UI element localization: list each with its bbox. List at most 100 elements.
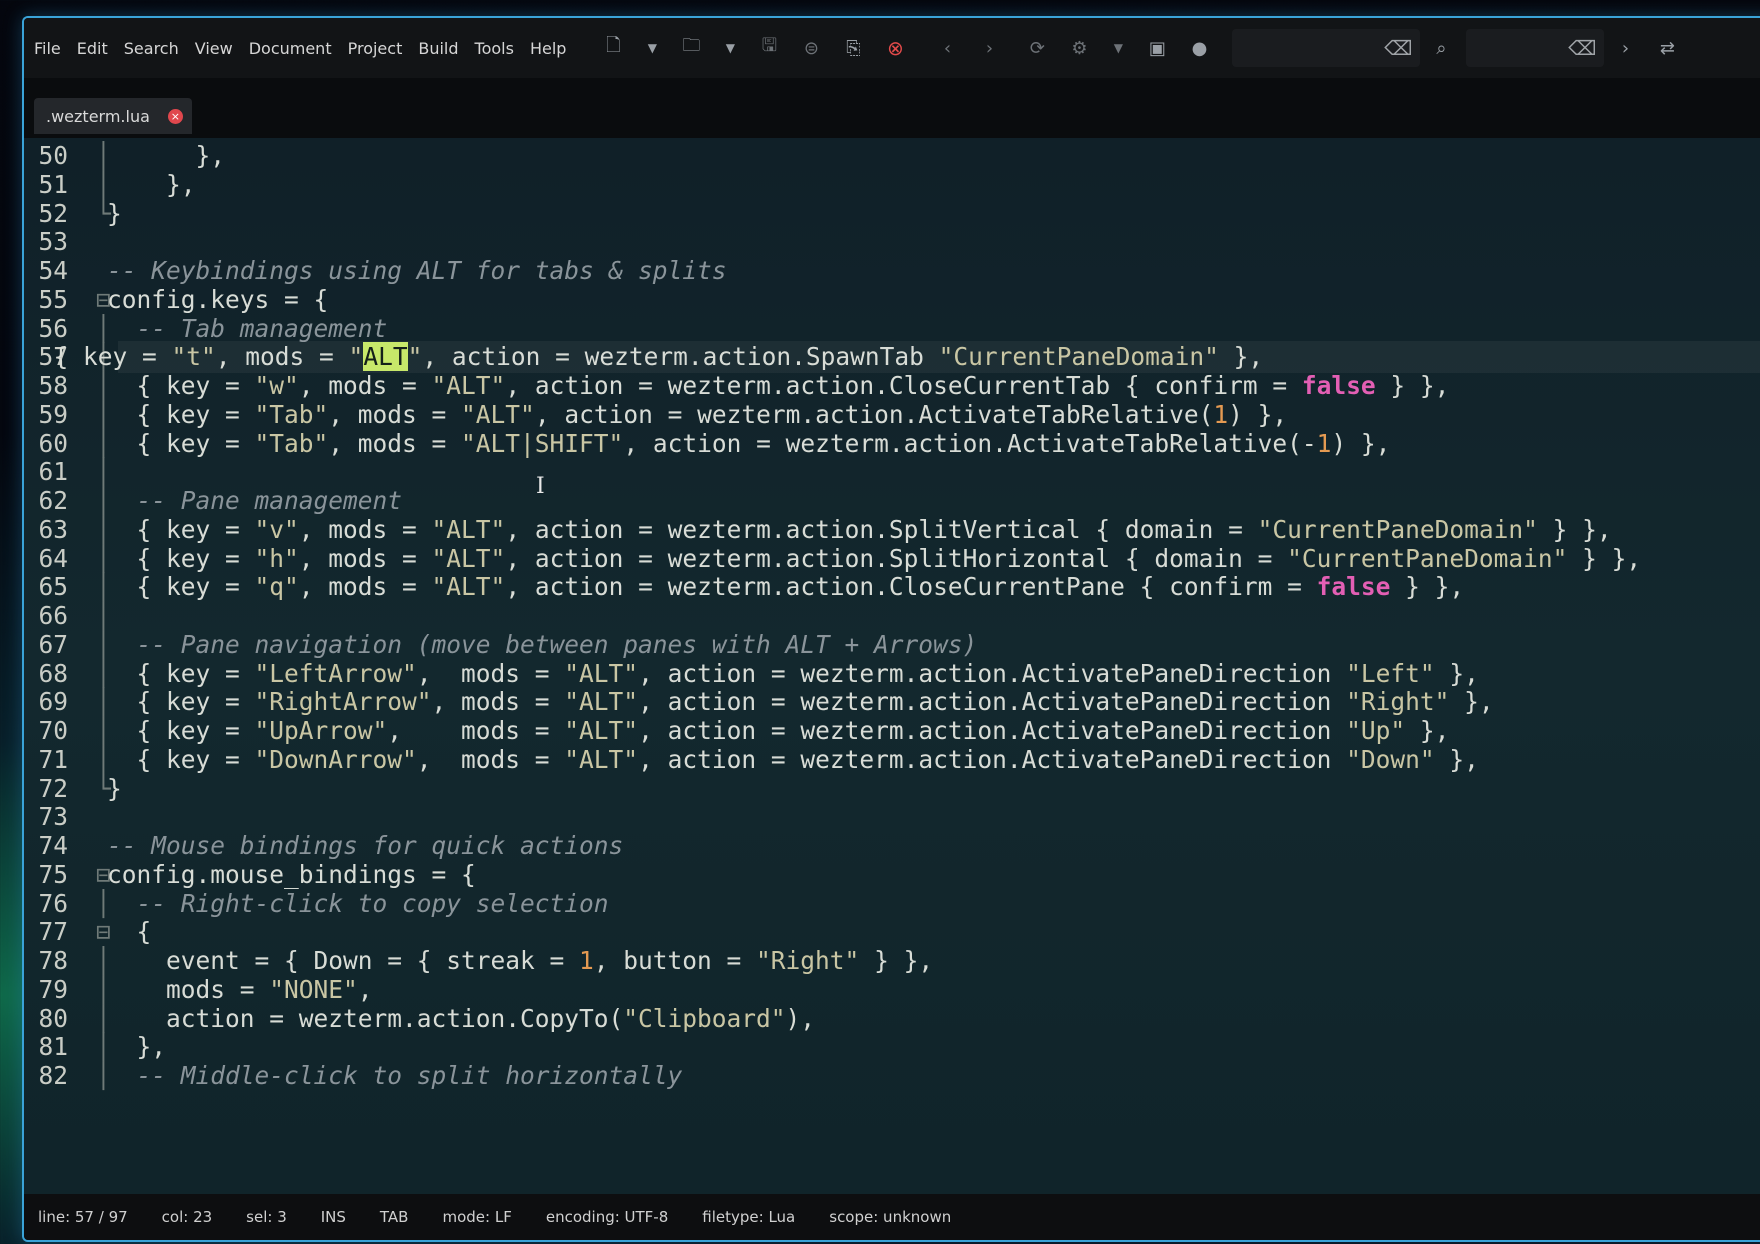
code-line[interactable]: 67 │ -- Pane navigation (move between pan… (24, 629, 1760, 661)
fold-guide: │ (96, 1032, 111, 1062)
revert-icon[interactable]: ⎘ (832, 28, 874, 68)
status-filetype: filetype: Lua (702, 1208, 796, 1226)
back-icon[interactable]: ‹ (926, 28, 968, 68)
goto-line-input[interactable]: ⌫ (1466, 29, 1605, 67)
fold-guide: │ (96, 457, 111, 487)
code-line[interactable]: 61 │ (24, 456, 1760, 488)
compile-icon[interactable]: ⚙ (1058, 28, 1100, 68)
code-line[interactable]: 76 │ -- Right-click to copy selection (24, 888, 1760, 920)
color-picker-icon[interactable]: ● (1178, 28, 1220, 68)
code-line[interactable]: 62 │ -- Pane management (24, 485, 1760, 517)
code-text: }, (107, 169, 196, 199)
code-line[interactable]: 78 │ event = { Down = { streak = 1, butto… (24, 945, 1760, 977)
code-line[interactable]: 71 │ { key = "DownArrow", mods = "ALT", a… (24, 744, 1760, 776)
new-file-dropdown-icon[interactable]: ▼ (634, 28, 670, 68)
code-line[interactable]: 68 │ { key = "LeftArrow", mods = "ALT", a… (24, 658, 1760, 690)
new-file-icon[interactable]: 🗋 (592, 28, 634, 68)
code-editor[interactable]: I 50 │ }, 51 │ }, 52 └} 53 54 -- Keybindings usi… (24, 138, 1760, 1194)
fold-guide: │ (96, 946, 111, 975)
code-line[interactable]: 52 └} (24, 198, 1760, 230)
line-number: 58 (38, 371, 68, 400)
code-line[interactable]: 51 │ }, (24, 169, 1760, 201)
fold-toggle-icon[interactable]: ⊟ (96, 859, 111, 891)
code-line[interactable]: 63 │ { key = "v", mods = "ALT", action = … (24, 514, 1760, 546)
fold-guide: │ (96, 716, 111, 745)
code-line[interactable]: 64 │ { key = "h", mods = "ALT", action = … (24, 543, 1760, 575)
menu-file[interactable]: File (34, 39, 61, 58)
fold-guide: │ (96, 572, 111, 602)
code-text: { key = "DownArrow", mods = "ALT", actio… (107, 744, 1479, 774)
fold-guide: │ (96, 313, 111, 343)
tab-wezterm-lua[interactable]: .wezterm.lua × (34, 98, 192, 134)
code-line[interactable]: 82 │ -- Middle-click to split horizontall… (24, 1060, 1760, 1092)
open-file-icon[interactable]: 🗀 (670, 28, 712, 68)
code-line[interactable]: 55 ⊟ config.keys = { (24, 284, 1760, 316)
forward-icon[interactable]: › (968, 28, 1010, 68)
status-tab: TAB (379, 1208, 409, 1226)
fold-guide: │ (96, 1003, 111, 1033)
line-number: 51 (38, 169, 68, 199)
fold-guide: │ (96, 629, 111, 659)
fold-guide: │ (96, 744, 111, 774)
fold-toggle-icon[interactable]: ⊟ (96, 284, 111, 316)
open-file-dropdown-icon[interactable]: ▼ (712, 28, 748, 68)
menu-build[interactable]: Build (418, 39, 458, 58)
fold-guide: │ (96, 888, 111, 918)
status-col: col: 23 (161, 1208, 213, 1226)
fold-guide: │ (96, 169, 111, 199)
code-line[interactable]: 59 │ { key = "Tab", mods = "ALT", action … (24, 399, 1760, 431)
menu-edit[interactable]: Edit (77, 39, 108, 58)
code-line[interactable]: 57 │ { key = "t", mods = "ALT", action = … (38, 341, 1760, 374)
fold-toggle-icon[interactable]: ⊟ (96, 916, 111, 948)
code-text: }, (107, 1032, 167, 1062)
code-line[interactable]: 80 │ action = wezterm.action.CopyTo("Clip… (24, 1003, 1760, 1035)
code-text: { key = "t", mods = "ALT", action = wezt… (24, 342, 1264, 372)
menu-tools[interactable]: Tools (475, 39, 514, 58)
code-line[interactable]: 69 │ { key = "RightArrow", mods = "ALT", … (24, 686, 1760, 718)
code-line[interactable]: 73 (24, 801, 1760, 833)
code-line[interactable]: 65 │ { key = "q", mods = "ALT", action = … (24, 571, 1760, 603)
save-icon[interactable]: 🖫 (748, 28, 790, 68)
menu-document[interactable]: Document (249, 39, 332, 58)
more-icon[interactable]: ⇄ (1646, 28, 1688, 68)
code-line[interactable]: 79 │ mods = "NONE", (24, 974, 1760, 1006)
menu-view[interactable]: View (195, 39, 233, 58)
fold-guide: │ (96, 658, 111, 688)
status-encoding: encoding: UTF-8 (545, 1208, 669, 1226)
code-line[interactable]: 50 │ }, (24, 140, 1760, 172)
code-line[interactable]: 72 └} (24, 773, 1760, 805)
code-text: { key = "Tab", mods = "ALT|SHIFT", actio… (107, 428, 1391, 458)
reload-icon[interactable]: ⟳ (1016, 28, 1058, 68)
menu-help[interactable]: Help (530, 39, 566, 58)
close-icon[interactable]: ⊗ (874, 28, 916, 68)
line-number: 54 (38, 256, 68, 285)
code-text: -- Pane management (136, 486, 403, 515)
code-line[interactable]: 60 │ { key = "Tab", mods = "ALT|SHIFT", a… (24, 428, 1760, 460)
run-icon[interactable]: ▣ (1136, 28, 1178, 68)
code-line[interactable]: 54 -- Keybindings using ALT for tabs & sp… (24, 255, 1760, 287)
clear-goto-icon[interactable]: ⌫ (1568, 36, 1596, 60)
menu-project[interactable]: Project (348, 39, 403, 58)
code-line[interactable]: 56 │ -- Tab management (24, 313, 1760, 345)
search-icon[interactable]: ⌕ (1420, 28, 1462, 68)
save-all-icon[interactable]: ⊜ (790, 28, 832, 68)
line-number: 72 (38, 773, 68, 803)
line-number: 52 (38, 198, 68, 228)
code-line[interactable]: 81 │ }, (24, 1031, 1760, 1063)
tab-close-icon[interactable]: × (167, 108, 183, 124)
code-line[interactable]: 70 │ { key = "UpArrow", mods = "ALT", act… (24, 715, 1760, 747)
goto-icon[interactable]: › (1604, 28, 1646, 68)
build-dropdown-icon[interactable]: ▼ (1100, 28, 1136, 68)
line-number: 59 (38, 399, 68, 429)
code-line[interactable]: 77 ⊟ { (24, 916, 1760, 948)
search-input[interactable]: ⌫ (1232, 29, 1421, 67)
code-line[interactable]: 75 ⊟ config.mouse_bindings = { (24, 859, 1760, 891)
code-text: { key = "Tab", mods = "ALT", action = we… (107, 399, 1288, 429)
status-mode: mode: LF (442, 1208, 512, 1226)
code-line[interactable]: 58 │ { key = "w", mods = "ALT", action = … (24, 370, 1760, 402)
menu-search[interactable]: Search (124, 39, 179, 58)
code-line[interactable]: 66 │ (24, 600, 1760, 632)
code-line[interactable]: 53 (24, 226, 1760, 258)
code-line[interactable]: 74 -- Mouse bindings for quick actions (24, 830, 1760, 862)
clear-search-icon[interactable]: ⌫ (1384, 36, 1412, 60)
